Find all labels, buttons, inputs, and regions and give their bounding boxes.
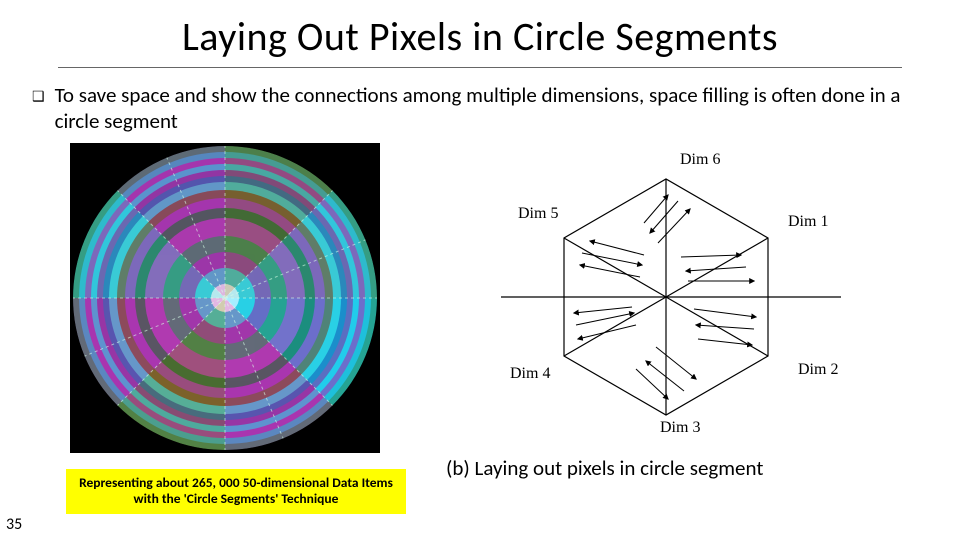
dim4-label: Dim 4	[510, 365, 550, 383]
caption-left-line2: with the 'Circle Segments' Technique	[74, 491, 398, 508]
caption-left-line1: Representing about 265, 000 50-dimension…	[74, 475, 398, 492]
segment-diagram: Dim 6 Dim 1 Dim 2 Dim 3 Dim 4 Dim 5	[446, 147, 886, 447]
dim6-label: Dim 6	[680, 151, 720, 169]
figure-row: Representing about 265, 000 50-dimension…	[28, 143, 932, 515]
figure-right-caption: (b) Laying out pixels in circle segment	[446, 455, 916, 481]
figure-left: Representing about 265, 000 50-dimension…	[66, 143, 426, 515]
dim5-label: Dim 5	[518, 205, 558, 223]
bullet-mark-icon: ❑	[32, 88, 45, 106]
figure-right: Dim 6 Dim 1 Dim 2 Dim 3 Dim 4 Dim 5 (b) …	[446, 143, 916, 481]
slide-title: Laying Out Pixels in Circle Segments	[58, 10, 902, 68]
circle-segments-figure	[70, 143, 380, 453]
dim2-label: Dim 2	[798, 361, 838, 379]
dim1-label: Dim 1	[788, 213, 828, 231]
bullet-item: ❑ To save space and show the connections…	[28, 82, 932, 143]
page-number: 35	[6, 515, 22, 534]
slide: Laying Out Pixels in Circle Segments ❑ T…	[0, 0, 960, 540]
dim3-label: Dim 3	[660, 419, 700, 437]
bullet-text: To save space and show the connections a…	[55, 82, 928, 135]
figure-left-caption: Representing about 265, 000 50-dimension…	[66, 469, 406, 515]
